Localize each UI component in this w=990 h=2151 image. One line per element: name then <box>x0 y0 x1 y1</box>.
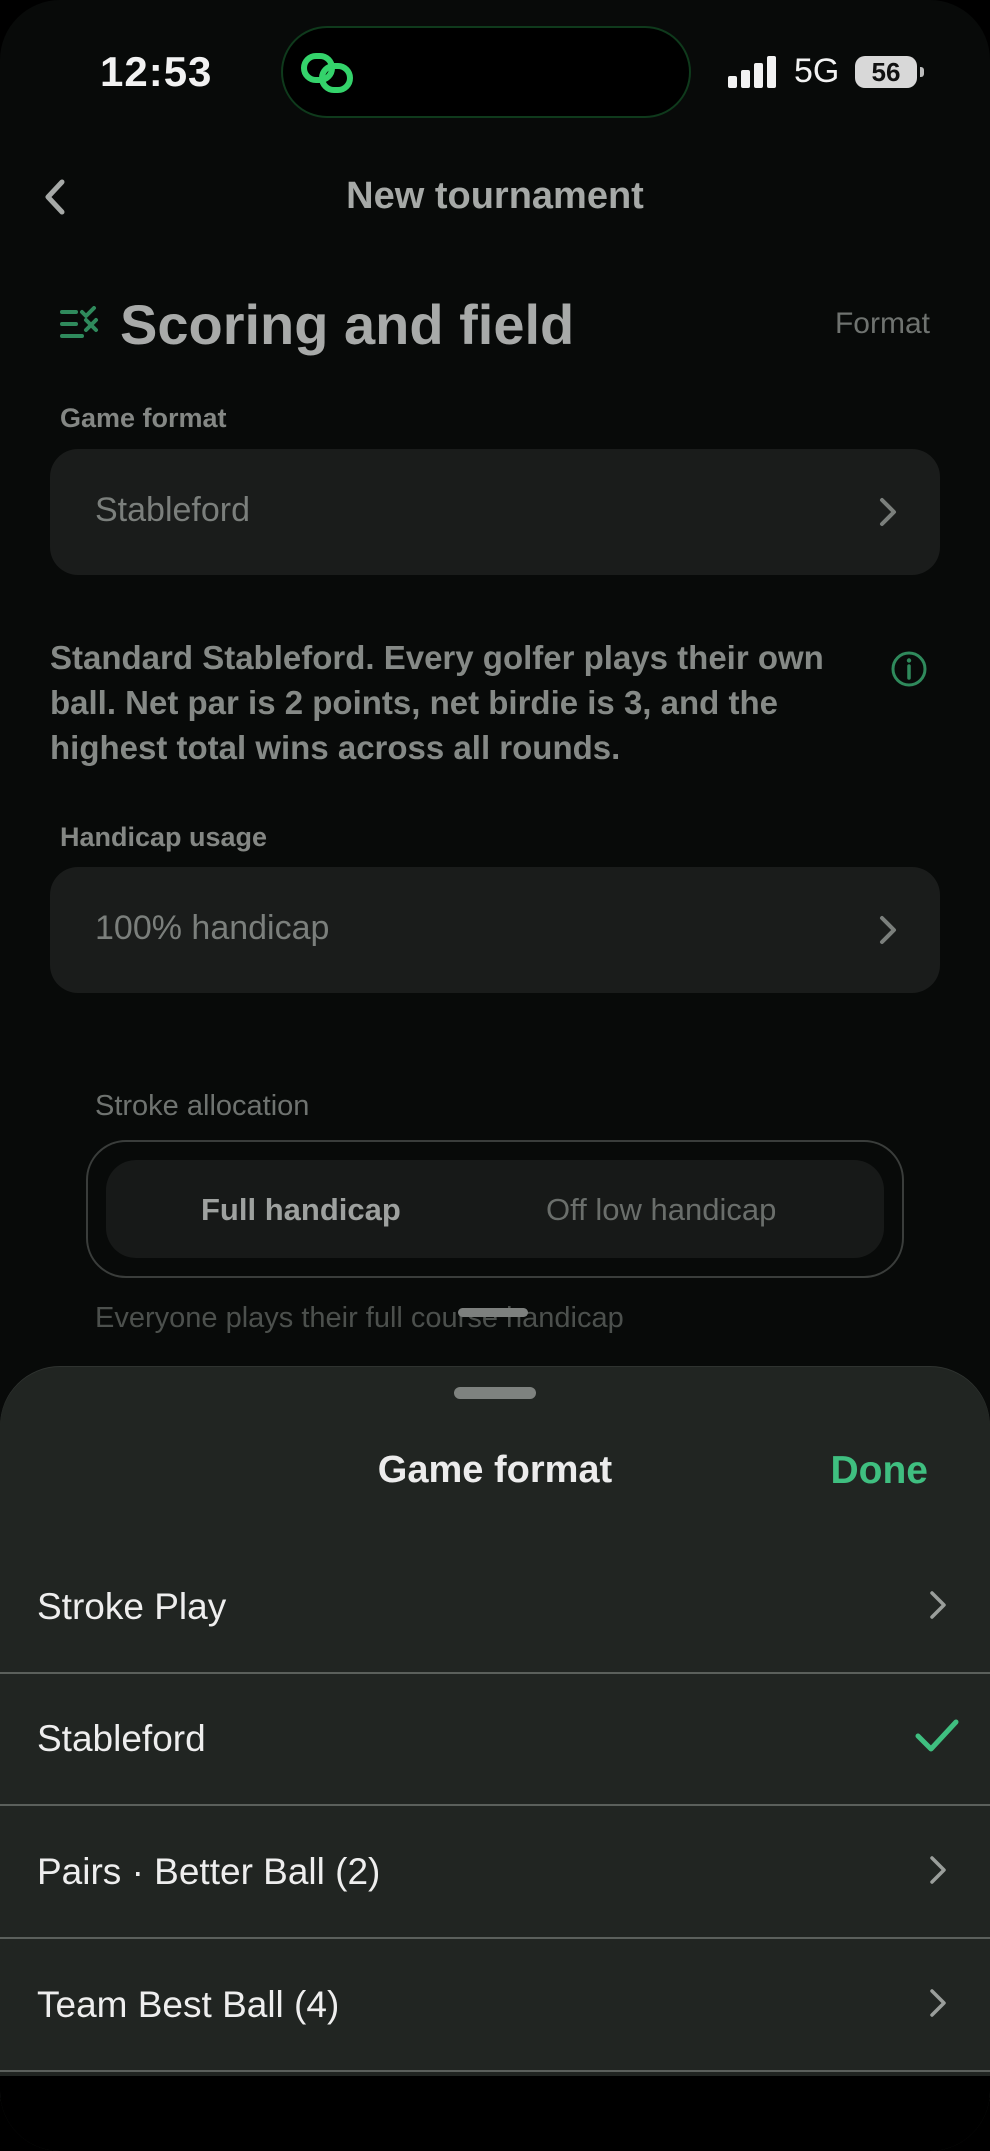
signal-icon <box>728 56 776 88</box>
drag-handle <box>458 1308 528 1317</box>
section-title: Scoring and field <box>120 293 575 356</box>
format-description: Standard Stableford. Every golfer plays … <box>50 639 824 766</box>
status-time: 12:53 <box>100 48 213 95</box>
status-bar: 12:53 5G 56 <box>0 0 990 140</box>
network-label: 5G <box>794 52 840 90</box>
checklist-icon <box>60 306 98 338</box>
phone-screen: 12:53 5G 56 New tournament Scoring and f… <box>0 0 990 2151</box>
option-label: Stableford <box>37 1718 206 1759</box>
chevron-right-icon <box>880 916 896 944</box>
segment-off-low-handicap[interactable]: Off low handicap <box>546 1192 776 1228</box>
segmented-track: Full handicap Off low handicap <box>106 1160 884 1258</box>
option-label: Pairs · Better Ball (2) <box>37 1851 381 1892</box>
stroke-allocation-label: Stroke allocation <box>95 1090 310 1122</box>
handicap-usage-label: Handicap usage <box>60 822 268 852</box>
format-option-pairs-better-ball[interactable]: Pairs · Better Ball (2) <box>0 1807 990 1939</box>
option-label: Team Best Ball (4) <box>37 1984 340 2025</box>
segment-full-handicap[interactable]: Full handicap <box>201 1192 401 1228</box>
stroke-allocation-help: Everyone plays their full course handica… <box>95 1302 624 1334</box>
format-option-stableford[interactable]: Stableford <box>0 1674 990 1806</box>
format-option-stroke-play[interactable]: Stroke Play <box>0 1542 990 1674</box>
nav-title: New tournament <box>346 175 644 217</box>
handicap-usage-select[interactable]: 100% handicap <box>50 867 940 993</box>
game-format-select[interactable]: Stableford <box>50 449 940 575</box>
stroke-allocation-segmented-control: Full handicap Off low handicap <box>86 1140 904 1278</box>
done-button[interactable]: Done <box>831 1449 929 1493</box>
handicap-usage-value: 100% handicap <box>95 909 330 947</box>
info-icon[interactable] <box>890 650 928 688</box>
game-format-value: Stableford <box>95 491 250 529</box>
link-icon <box>301 53 353 93</box>
option-label: Stroke Play <box>37 1586 227 1627</box>
chevron-right-icon <box>930 1989 946 2017</box>
chevron-right-icon <box>930 1591 946 1619</box>
game-format-label: Game format <box>60 403 227 433</box>
home-indicator-area <box>0 2076 990 2151</box>
checkmark-icon <box>915 1719 959 1752</box>
chevron-right-icon <box>880 498 896 526</box>
format-option-team-best-ball[interactable]: Team Best Ball (4) <box>0 1940 990 2072</box>
chevron-right-icon <box>930 1856 946 1884</box>
game-format-sheet: Game format Done Stroke Play Stableford … <box>0 1367 990 2151</box>
battery-icon: 56 <box>855 56 924 88</box>
sheet-grabber[interactable] <box>454 1387 536 1399</box>
format-link[interactable]: Format <box>835 307 930 341</box>
